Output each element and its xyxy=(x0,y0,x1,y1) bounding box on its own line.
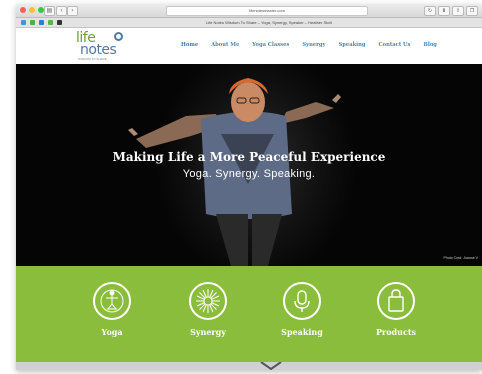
logo-text-notes: notes xyxy=(80,42,117,58)
logo-circle-icon xyxy=(114,32,123,41)
main-nav: Home About Me Yoga Classes Synergy Speak… xyxy=(181,42,450,48)
site-logo[interactable]: life notes WISDOM TO SHARE xyxy=(76,31,136,61)
window-controls xyxy=(20,7,44,13)
browser-titlebar: ▤ ‹ › lifenotesmaster.com ↻ ⬇ ⇪ ❐ xyxy=(16,4,482,18)
nav-synergy[interactable]: Synergy xyxy=(302,42,325,48)
bookmarks-bar: Life Notes Wisdom To Share – Yoga, Syner… xyxy=(16,18,482,28)
service-synergy[interactable]: Synergy xyxy=(168,282,248,362)
hero-headline: Making Life a More Peaceful Experience xyxy=(112,150,386,164)
page-bottom-strip xyxy=(16,362,482,370)
browser-window: ▤ ‹ › lifenotesmaster.com ↻ ⬇ ⇪ ❐ Life N… xyxy=(16,4,482,370)
logo-tagline: WISDOM TO SHARE xyxy=(78,57,107,61)
forward-button[interactable]: › xyxy=(67,6,78,16)
bookmark-icon[interactable] xyxy=(57,20,62,25)
minimize-window-button[interactable] xyxy=(29,7,35,13)
nav-home[interactable]: Home xyxy=(181,42,198,48)
burst-icon xyxy=(189,282,227,320)
bookmark-icon[interactable] xyxy=(21,20,26,25)
nav-speaking[interactable]: Speaking xyxy=(339,42,366,48)
hero-subline: Yoga. Synergy. Speaking. xyxy=(182,168,316,180)
shopping-bag-icon xyxy=(377,282,415,320)
scroll-down-chevron-icon[interactable] xyxy=(16,362,482,370)
yoga-figure-icon xyxy=(93,282,131,320)
nav-contact-us[interactable]: Contact Us xyxy=(379,42,411,48)
bookmark-icon[interactable] xyxy=(30,20,35,25)
service-label: Synergy xyxy=(190,327,226,337)
hero-speaker-photo xyxy=(128,78,341,266)
nav-about-me[interactable]: About Me xyxy=(211,42,239,48)
service-yoga[interactable]: Yoga xyxy=(72,282,152,362)
back-button[interactable]: ‹ xyxy=(56,6,67,16)
service-speaking[interactable]: Speaking xyxy=(262,282,342,362)
close-window-button[interactable] xyxy=(20,7,26,13)
service-label: Speaking xyxy=(281,327,323,337)
services-band: Yoga Synergy Speaking Products xyxy=(16,266,482,362)
nav-yoga-classes[interactable]: Yoga Classes xyxy=(252,42,289,48)
bookmark-icon[interactable] xyxy=(39,20,44,25)
download-icon[interactable]: ⬇ xyxy=(438,6,450,16)
address-bar[interactable]: lifenotesmaster.com xyxy=(166,6,368,16)
microphone-icon xyxy=(283,282,321,320)
reload-icon[interactable]: ↻ xyxy=(424,6,436,16)
tab-title[interactable]: Life Notes Wisdom To Share – Yoga, Syner… xyxy=(206,19,332,26)
site-header: life notes WISDOM TO SHARE Home About Me… xyxy=(16,28,482,64)
bookmark-icon[interactable] xyxy=(48,20,53,25)
service-products[interactable]: Products xyxy=(356,282,436,362)
tabs-icon[interactable]: ❐ xyxy=(466,6,478,16)
service-label: Products xyxy=(375,327,417,337)
share-icon[interactable]: ⇪ xyxy=(452,6,464,16)
sidebar-toggle-button[interactable]: ▤ xyxy=(44,6,55,16)
service-label: Yoga xyxy=(101,327,123,337)
photo-credit: Photo Cred: Joanne V xyxy=(443,256,478,260)
hero-banner: Making Life a More Peaceful Experience Y… xyxy=(16,64,482,266)
nav-blog[interactable]: Blog xyxy=(423,42,436,48)
